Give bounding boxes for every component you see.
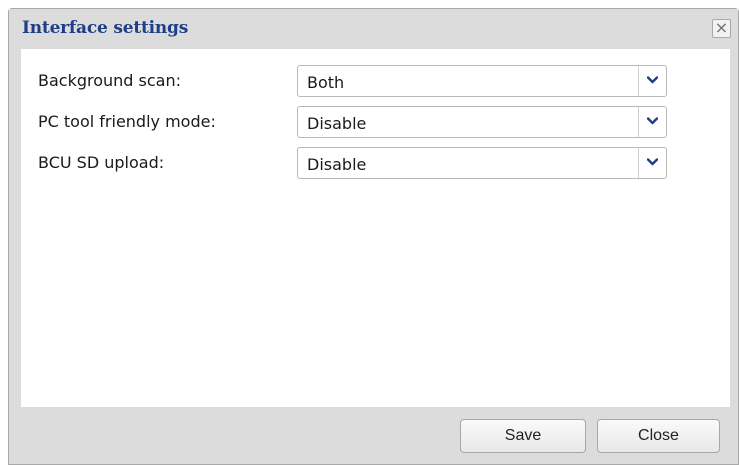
background-scan-value: Both: [307, 73, 345, 92]
pc-tool-friendly-mode-value: Disable: [307, 114, 367, 133]
chevron-down-icon[interactable]: [638, 148, 666, 178]
pc-tool-friendly-mode-select[interactable]: Disable: [297, 106, 667, 138]
interface-settings-dialog: Interface settings × Background scan: Bo…: [8, 8, 739, 465]
bcu-sd-upload-label: BCU SD upload:: [38, 153, 165, 172]
bcu-sd-upload-value: Disable: [307, 155, 367, 174]
background-scan-select[interactable]: Both: [297, 65, 667, 97]
save-button[interactable]: Save: [460, 419, 586, 453]
pc-tool-friendly-mode-label: PC tool friendly mode:: [38, 112, 216, 131]
close-icon[interactable]: ×: [712, 19, 731, 38]
chevron-down-icon[interactable]: [638, 66, 666, 96]
dialog-titlebar[interactable]: Interface settings ×: [9, 9, 738, 49]
setting-row-background-scan: Background scan: Both: [21, 65, 730, 97]
bcu-sd-upload-select[interactable]: Disable: [297, 147, 667, 179]
setting-row-bcu-sd-upload: BCU SD upload: Disable: [21, 147, 730, 179]
dialog-footer: Save Close: [9, 407, 738, 464]
settings-panel: Background scan: Both PC tool friendly m…: [21, 49, 730, 407]
setting-row-pc-tool-friendly-mode: PC tool friendly mode: Disable: [21, 106, 730, 138]
close-button[interactable]: Close: [597, 419, 720, 453]
dialog-title: Interface settings: [22, 18, 189, 38]
chevron-down-icon[interactable]: [638, 107, 666, 137]
background-scan-label: Background scan:: [38, 71, 182, 90]
